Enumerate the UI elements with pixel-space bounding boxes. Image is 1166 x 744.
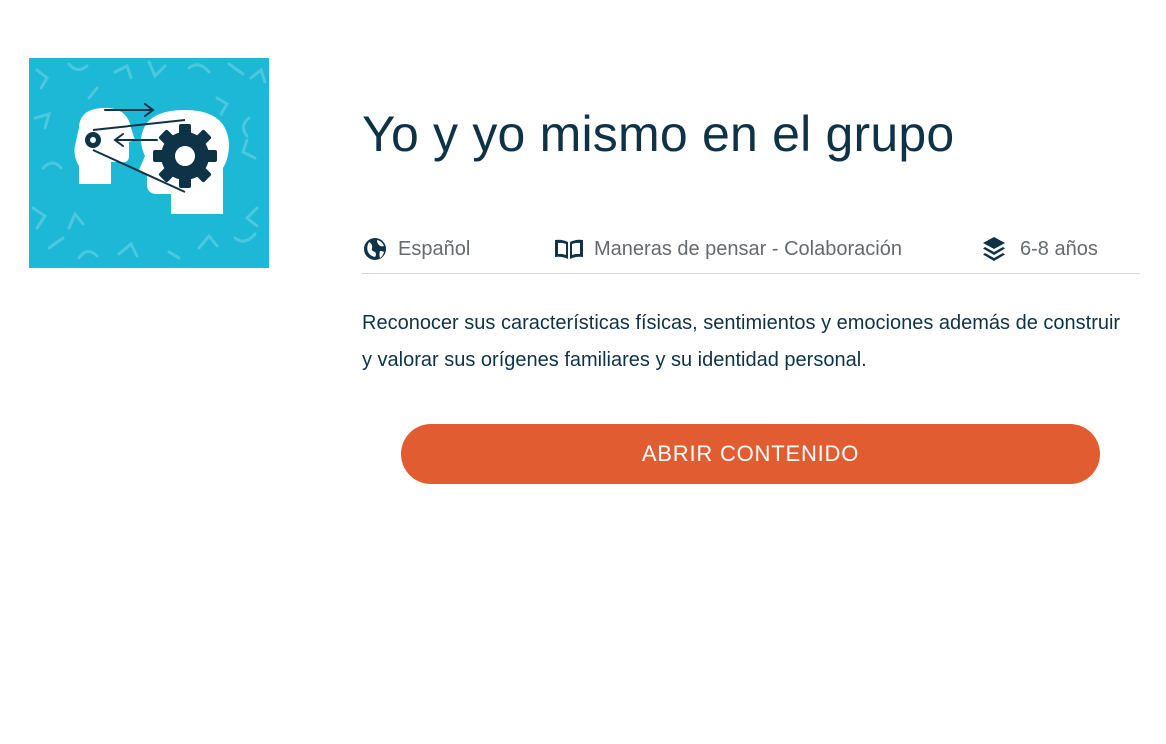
mind-gears-icon [29,58,269,268]
meta-subject: Maneras de pensar - Colaboración [554,234,902,264]
open-content-button[interactable]: ABRIR CONTENIDO [401,424,1100,484]
meta-language-label: Español [398,237,471,260]
course-meta-bar: Español Maneras de pensar - Colaboración [362,230,1140,274]
course-title: Yo y yo mismo en el grupo [362,106,955,162]
meta-language: Español [362,234,470,264]
meta-age: 6-8 años [982,234,1098,264]
meta-subject-label: Maneras de pensar - Colaboración [594,237,902,260]
course-details: Yo y yo mismo en el grupo Español Manera… [362,100,1140,484]
layers-icon [982,236,1006,262]
globe-icon [362,236,388,262]
course-thumbnail[interactable] [29,58,269,268]
course-description: Reconocer sus características físicas, s… [362,312,1121,371]
book-icon [554,237,584,261]
meta-age-label: 6-8 años [1020,237,1098,260]
course-card: Yo y yo mismo en el grupo Español Manera… [0,0,1166,744]
